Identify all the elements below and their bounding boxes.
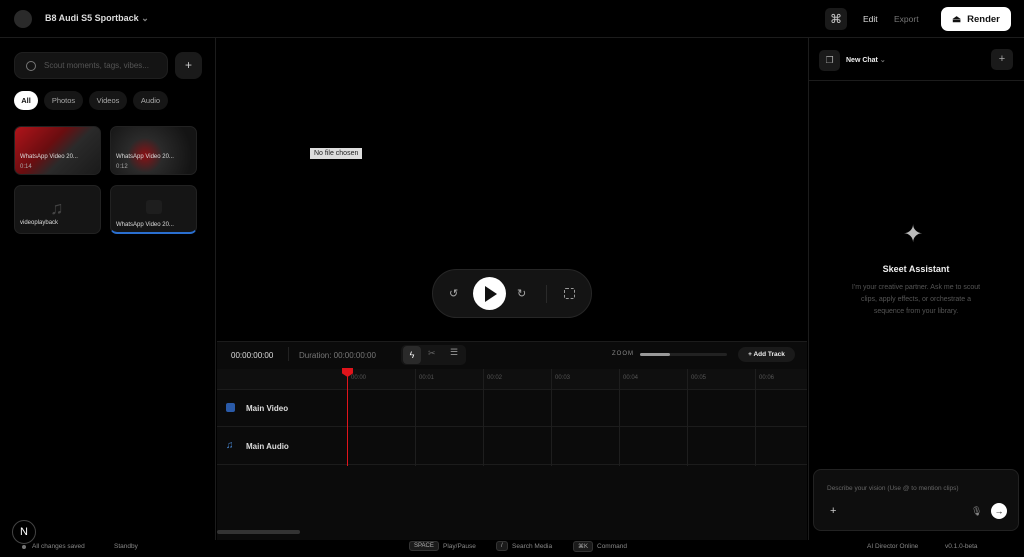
shortcut-label: Search Media — [512, 543, 553, 550]
shortcut-key: / — [496, 541, 508, 551]
search-icon — [26, 60, 36, 71]
track-label: Main Video — [246, 404, 289, 413]
ruler-gridline — [415, 369, 416, 466]
shortcut-key: ⌘K — [573, 541, 594, 552]
ruler-label: 00:01 — [419, 375, 435, 381]
forward-10-icon[interactable]: ↻ — [517, 287, 526, 300]
chevron-down-icon: ⌄ — [141, 13, 149, 23]
track-main-video — [217, 389, 807, 427]
command-icon[interactable]: ⌘ — [825, 8, 847, 30]
ruler-label: 00:04 — [623, 375, 639, 381]
media-item[interactable]: WhatsApp Video 20... — [110, 185, 197, 234]
rewind-10-icon[interactable]: ↺ — [449, 287, 458, 300]
media-title: WhatsApp Video 20... — [116, 222, 174, 228]
media-duration: 0:14 — [20, 164, 32, 170]
chat-history-icon[interactable]: ❐ — [819, 50, 840, 71]
zoom-slider-fill — [640, 353, 671, 356]
filter-photos[interactable]: Photos — [44, 91, 83, 110]
new-chat-button[interactable]: + — [991, 49, 1013, 70]
divider — [288, 347, 289, 361]
ruler-gridline — [483, 369, 484, 466]
audio-track-icon: ♫ — [226, 440, 234, 451]
status-dot-icon — [22, 545, 26, 549]
video-icon — [146, 200, 162, 214]
status-bar: All changes saved Standby SPACE SPACE Pl… — [0, 540, 1024, 557]
fullscreen-icon[interactable] — [564, 288, 575, 299]
filter-videos[interactable]: Videos — [89, 91, 127, 110]
media-title: videoplayback — [20, 220, 59, 226]
add-track-button[interactable]: + Add Track — [738, 347, 795, 362]
divider — [546, 285, 547, 303]
shortcut-key: SPACE — [409, 541, 439, 551]
track-label: Main Audio — [246, 442, 289, 451]
shortcut-label: Command — [597, 543, 627, 550]
timecode: 00:00:00:00 — [231, 351, 274, 360]
filter-all[interactable]: All — [14, 91, 38, 110]
time-ruler — [217, 369, 807, 389]
shortcut-label: Play/Pause — [443, 543, 476, 550]
attach-icon[interactable]: + — [830, 505, 836, 517]
project-name: B8 Audi S5 Sportback — [45, 13, 139, 23]
upload-icon: ⏏ — [952, 13, 962, 25]
search-input[interactable]: Scout moments, tags, vibes... — [14, 52, 168, 79]
project-selector[interactable]: B8 Audi S5 Sportback ⌄ — [45, 13, 149, 24]
ruler-gridline — [619, 369, 620, 466]
timeline-scrollbar[interactable] — [217, 530, 300, 534]
assistant-intro: I'm your creative partner. Ask me to sco… — [851, 284, 981, 315]
music-note-icon: ♫ — [50, 198, 64, 218]
filter-audio[interactable]: Audio — [133, 91, 168, 110]
assistant-name: Skeet Assistant — [882, 264, 950, 274]
media-title: WhatsApp Video 20... — [116, 154, 174, 160]
duration: Duration: 00:00:00:00 — [299, 351, 376, 360]
sliders-icon[interactable]: ☰ — [450, 347, 458, 358]
ruler-gridline — [551, 369, 552, 466]
avatar[interactable] — [14, 10, 32, 28]
save-status: All changes saved — [32, 543, 85, 550]
file-input[interactable]: No file chosen — [310, 148, 363, 159]
video-track-icon — [226, 403, 235, 412]
media-library — [0, 38, 216, 540]
microphone-icon[interactable]: 🎙 — [971, 506, 982, 517]
media-item[interactable]: WhatsApp Video 20... 0:12 — [110, 126, 197, 175]
play-button[interactable] — [473, 277, 506, 310]
version: v0.1.0-beta — [945, 543, 978, 550]
chat-input[interactable] — [813, 469, 1019, 531]
engine-state: Standby — [114, 543, 138, 550]
lightning-icon[interactable]: ϟ — [403, 346, 421, 364]
ruler-gridline — [687, 369, 688, 466]
ruler-label: 00:00 — [351, 375, 367, 381]
media-title: WhatsApp Video 20... — [20, 154, 78, 160]
chat-input-placeholder: Describe your vision (Use @ to mention c… — [827, 485, 959, 492]
media-duration: 0:12 — [116, 164, 128, 170]
import-media-button[interactable]: + — [175, 52, 202, 79]
ruler-label: 00:02 — [487, 375, 503, 381]
media-item[interactable]: ♫ videoplayback — [14, 185, 101, 234]
render-button[interactable]: ⏏ Render — [941, 7, 1011, 31]
export-tab[interactable]: Export — [894, 14, 919, 24]
divider — [808, 80, 1024, 81]
zoom-slider[interactable] — [640, 353, 727, 356]
media-item[interactable]: WhatsApp Video 20... 0:14 — [14, 126, 101, 175]
send-button[interactable]: → — [991, 503, 1007, 519]
ruler-label: 00:06 — [759, 375, 775, 381]
search-placeholder: Scout moments, tags, vibes... — [44, 61, 149, 70]
play-icon — [485, 286, 497, 302]
chat-title: New Chat — [846, 57, 878, 64]
chevron-down-icon: ⌄ — [879, 57, 886, 64]
top-bar: B8 Audi S5 Sportback ⌄ ⌘ Edit Export ⏏ Re… — [0, 0, 1024, 38]
render-label: Render — [967, 13, 1000, 25]
sparkle-icon: ✦ — [903, 221, 924, 248]
ruler-gridline — [755, 369, 756, 466]
chat-selector[interactable]: New Chat ⌄ — [846, 56, 886, 64]
edit-tab[interactable]: Edit — [863, 14, 878, 24]
ai-director-status: AI Director Online — [867, 543, 919, 550]
ruler-label: 00:03 — [555, 375, 571, 381]
zoom-label: ZOOM — [612, 351, 634, 357]
scissors-icon[interactable]: ✂ — [428, 348, 436, 359]
track-main-audio — [217, 427, 807, 465]
playhead[interactable] — [347, 370, 348, 466]
ruler-label: 00:05 — [691, 375, 707, 381]
